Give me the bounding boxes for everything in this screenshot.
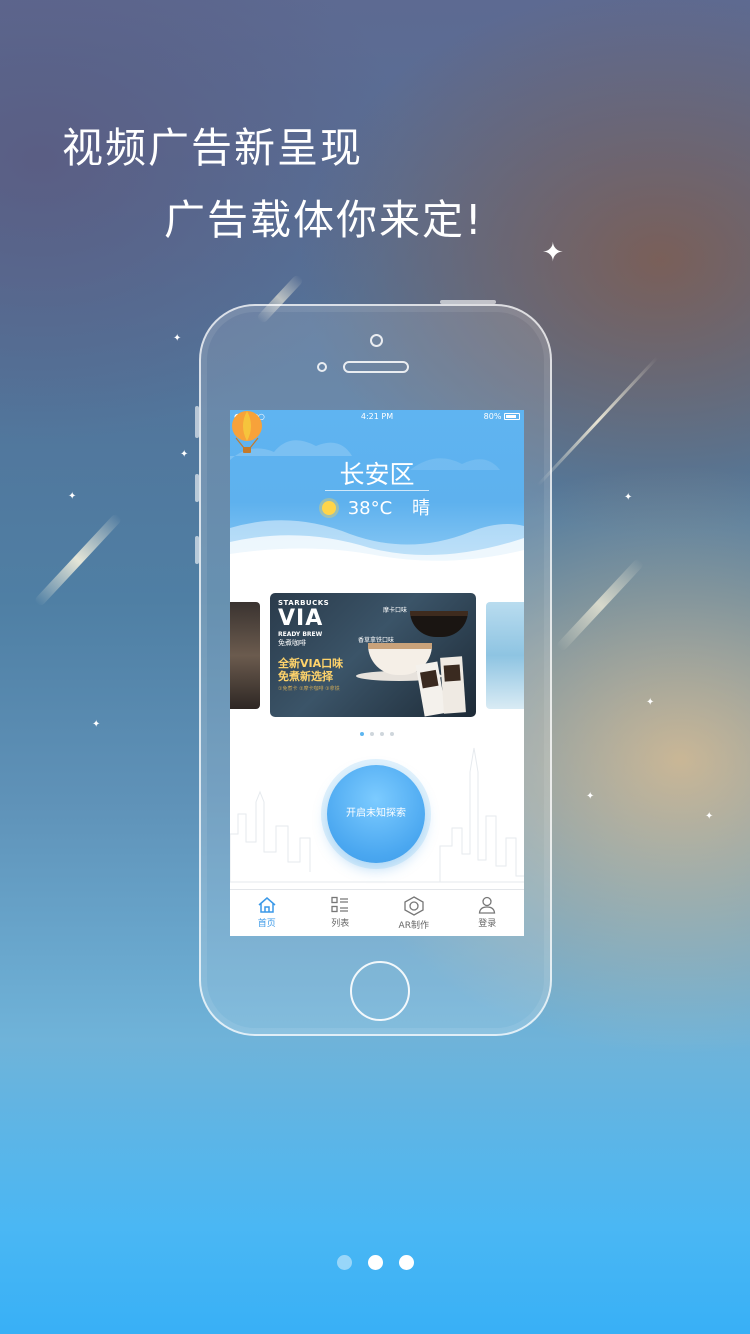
phone-power-button [440, 300, 496, 304]
tab-login[interactable]: 登录 [451, 890, 525, 936]
district-name: 长安区 [339, 460, 415, 489]
tab-ar[interactable]: AR制作 [377, 890, 451, 936]
phone-screen: ●●●○○ 4:21 PM 80% 长安区 38°C 晴 STARBUCKS V… [230, 410, 524, 936]
coffee-cup-dark [410, 611, 468, 637]
tab-ar-label: AR制作 [398, 921, 429, 931]
tab-home[interactable]: 首页 [230, 890, 304, 936]
sparkle-icon: ✦ [705, 811, 714, 822]
sparkle-icon: ✦ [586, 791, 595, 802]
banner-tagline-2: 免煮新选择 [278, 670, 333, 683]
sparkle-icon: ✦ [180, 449, 189, 460]
banner-subtitle: 免煮咖啡 [278, 639, 306, 647]
banner-fine-print: ①免煮卡 ②摩卡咖啡 ③拿铁 [278, 686, 340, 692]
tab-bar: 首页 列表 AR制作 登录 [230, 889, 524, 936]
phone-volume-down [195, 536, 199, 564]
user-icon [479, 896, 496, 914]
banner-label-mocha: 摩卡口味 [383, 607, 408, 614]
sparkle-icon: ✦ [68, 491, 77, 502]
pager-dot [370, 732, 374, 736]
tab-login-label: 登录 [478, 919, 497, 929]
battery-status: 80% [484, 412, 520, 421]
ar-icon [404, 896, 424, 916]
list-icon [331, 896, 349, 913]
pager-dot [380, 732, 384, 736]
phone-front-camera [370, 334, 383, 347]
onboarding-page-indicator [0, 1255, 750, 1270]
sparkle-icon: ✦ [173, 333, 182, 344]
headline-line1: 视频广告新呈现 [62, 124, 363, 172]
onboarding-dot[interactable] [336, 1255, 352, 1270]
weather-condition: 晴 [411, 498, 430, 519]
headline-line2: 广告载体你来定! [164, 196, 484, 244]
carousel-prev-slide[interactable] [230, 602, 260, 709]
tab-list-label: 列表 [331, 919, 350, 929]
sparkle-icon: ✦ [624, 492, 633, 503]
status-bar: ●●●○○ 4:21 PM 80% [230, 410, 524, 424]
weather-row: 38°C 晴 [322, 494, 430, 520]
ad-banner-starbucks[interactable]: STARBUCKS VIA READY BREW 免煮咖啡 全新VIA口味 免煮… [270, 593, 476, 717]
banner-ready-brew: READY BREW [278, 631, 323, 638]
sparkle-icon: ✦ [92, 719, 101, 730]
light-streak [555, 557, 645, 653]
tab-home-label: 首页 [257, 919, 276, 929]
sparkle-icon: ✦ [542, 238, 564, 268]
onboarding-dot[interactable] [367, 1255, 383, 1270]
district-divider [325, 490, 429, 491]
pager-dot [390, 732, 394, 736]
tab-list[interactable]: 列表 [304, 890, 378, 936]
weather-panel: ●●●○○ 4:21 PM 80% 长安区 38°C 晴 [230, 410, 524, 564]
sun-icon [322, 501, 336, 515]
carousel-next-slide[interactable] [486, 602, 524, 709]
phone-sensor [317, 362, 327, 372]
phone-mute-switch [195, 406, 199, 438]
hot-air-balloon-icon [232, 411, 262, 453]
phone-speaker [343, 361, 409, 373]
pager-dot-active [360, 732, 364, 736]
explore-button[interactable]: 开启未知探索 [327, 765, 425, 863]
status-time: 4:21 PM [360, 412, 394, 421]
carousel-pager [230, 732, 524, 736]
phone-volume-up [195, 474, 199, 502]
temperature: 38°C [347, 498, 393, 519]
battery-icon [504, 413, 520, 420]
phone-home-button [350, 961, 410, 1021]
light-streak [33, 512, 123, 608]
home-icon [258, 897, 276, 913]
sparkle-icon: ✦ [646, 697, 655, 708]
banner-product: VIA [278, 606, 324, 631]
light-streak [536, 356, 659, 487]
battery-percent: 80% [483, 412, 502, 421]
via-packet [440, 656, 466, 714]
banner-label-latte: 香草拿铁口味 [358, 637, 395, 644]
onboarding-dot[interactable] [398, 1255, 414, 1270]
